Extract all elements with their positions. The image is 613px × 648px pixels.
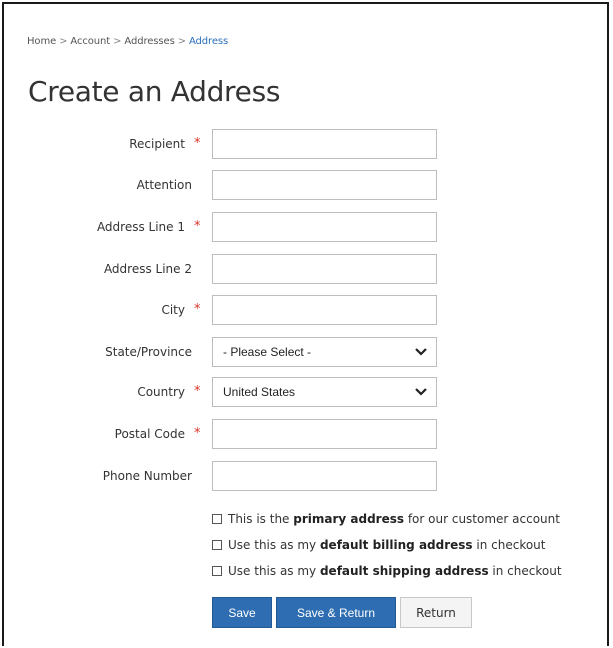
address-line-1-row: Address Line 1 *: [0, 212, 600, 242]
recipient-label: Recipient: [129, 137, 185, 151]
required-star: *: [194, 136, 201, 151]
required-star: *: [194, 426, 201, 441]
default-billing-checkbox[interactable]: [212, 540, 222, 550]
state-select[interactable]: - Please Select -: [212, 337, 437, 367]
address-line-1-label: Address Line 1: [96, 220, 185, 234]
address-line-2-row: Address Line 2: [0, 254, 600, 284]
attention-row: Attention: [0, 170, 600, 200]
required-star: *: [194, 384, 201, 399]
default-billing-text-end: in checkout: [472, 538, 546, 552]
default-billing-option[interactable]: Use this as my default billing address i…: [212, 538, 546, 552]
breadcrumb-separator: >: [59, 36, 68, 47]
default-shipping-option[interactable]: Use this as my default shipping address …: [212, 564, 562, 578]
required-star: *: [194, 219, 201, 234]
page-title: Create an Address: [28, 75, 281, 108]
breadcrumb-current: Address: [188, 36, 229, 47]
default-billing-bold-text: default billing address: [319, 538, 473, 552]
address-line-2-input[interactable]: [212, 254, 437, 284]
phone-number-label: Phone Number: [102, 469, 192, 483]
save-and-return-button[interactable]: Save & Return: [276, 597, 396, 628]
state-row: State/Province - Please Select -: [0, 337, 600, 367]
save-button[interactable]: Save: [212, 597, 272, 628]
primary-address-bold-text: primary address: [293, 512, 405, 526]
primary-address-option[interactable]: This is the primary address for our cust…: [212, 512, 560, 526]
primary-address-checkbox[interactable]: [212, 514, 222, 524]
breadcrumb-separator: >: [177, 36, 186, 47]
address-line-2-label: Address Line 2: [103, 262, 192, 276]
phone-number-input[interactable]: [212, 461, 437, 491]
default-shipping-text: Use this as my: [228, 564, 320, 578]
country-label: Country: [137, 385, 185, 399]
postal-code-label: Postal Code: [114, 427, 185, 441]
postal-code-input[interactable]: [212, 419, 437, 449]
address-line-1-input[interactable]: [212, 212, 437, 242]
attention-label: Attention: [136, 178, 192, 192]
city-input[interactable]: [212, 295, 437, 325]
breadcrumb: Home > Account > Addresses > Address: [27, 36, 228, 47]
required-star: *: [194, 302, 201, 317]
default-shipping-text-end: in checkout: [488, 564, 562, 578]
city-label: City: [161, 303, 185, 317]
breadcrumb-addresses-link[interactable]: Addresses: [124, 36, 174, 47]
state-selected-value: - Please Select -: [223, 345, 312, 359]
chevron-down-icon: [415, 388, 427, 396]
city-row: City *: [0, 295, 600, 325]
breadcrumb-account-link[interactable]: Account: [70, 36, 110, 47]
default-shipping-checkbox[interactable]: [212, 566, 222, 576]
breadcrumb-separator: >: [113, 36, 122, 47]
default-billing-text: Use this as my: [228, 538, 320, 552]
country-row: Country * United States: [0, 377, 600, 407]
attention-input[interactable]: [212, 170, 437, 200]
country-select[interactable]: United States: [212, 377, 437, 407]
breadcrumb-home-link[interactable]: Home: [27, 36, 56, 47]
phone-number-row: Phone Number: [0, 461, 600, 491]
postal-code-row: Postal Code *: [0, 419, 600, 449]
primary-address-text: This is the: [228, 512, 294, 526]
chevron-down-icon: [415, 348, 427, 356]
recipient-row: Recipient *: [0, 129, 600, 159]
primary-address-text-end: for our customer account: [404, 512, 560, 526]
state-label: State/Province: [105, 345, 192, 359]
return-button[interactable]: Return: [400, 597, 472, 628]
recipient-input[interactable]: [212, 129, 437, 159]
default-shipping-bold-text: default shipping address: [319, 564, 489, 578]
country-selected-value: United States: [223, 385, 296, 399]
